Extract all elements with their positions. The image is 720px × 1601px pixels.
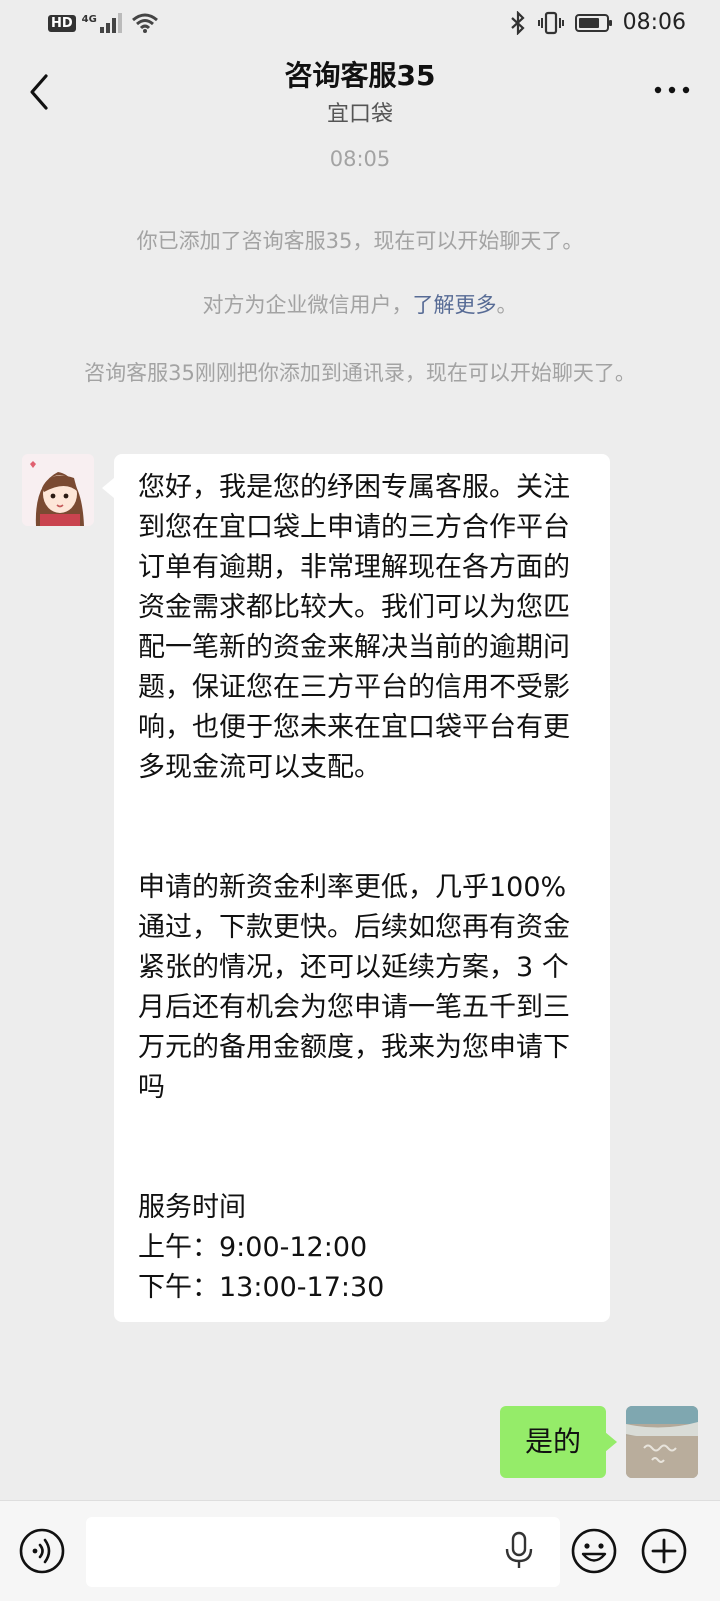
message-input[interactable] (86, 1517, 560, 1587)
voice-mode-icon[interactable] (18, 1527, 66, 1575)
bluetooth-icon (510, 10, 525, 35)
battery-icon (574, 13, 612, 32)
status-left: HD 4G (48, 12, 159, 34)
message-paragraph: 申请的新资金利率更低，几乎100% 通过，下款更快。后续如您再有资金紧张的情况，… (138, 872, 570, 1103)
more-options-icon[interactable] (652, 78, 692, 102)
status-right: 08:06 (509, 10, 686, 35)
system-message-added: 你已添加了咨询客服35，现在可以开始聊天了。 (136, 229, 584, 253)
user-avatar[interactable] (626, 1406, 698, 1478)
microphone-icon[interactable] (504, 1531, 534, 1571)
message-paragraph: 您好，我是您的纾困专属客服。关注到您在宜口袋上申请的三方合作平台订单有逾期，非常… (138, 472, 570, 783)
learn-more-link[interactable]: 了解更多 (413, 293, 497, 317)
service-hours-morning: 上午：9:00-12:00 (138, 1232, 368, 1263)
chat-subtitle: 宜口袋 (326, 102, 393, 127)
system-message-enterprise-end: 。 (496, 293, 518, 317)
chat-header: 咨询客服35 宜口袋 (0, 48, 720, 134)
incoming-message-bubble[interactable]: 您好，我是您的纾困专属客服。关注到您在宜口袋上申请的三方合作平台订单有逾期，非常… (102, 454, 610, 1322)
status-bar: HD 4G 08:06 (0, 0, 720, 48)
vibrate-icon (537, 11, 564, 34)
system-message-enterprise: 对方为企业微信用户，了解更多。 (40, 288, 680, 322)
agent-avatar[interactable] (22, 454, 94, 526)
chat-timestamp: 08:05 (329, 147, 391, 171)
agent-avatar-image (22, 454, 94, 526)
chat-title: 咨询客服35 (284, 59, 436, 92)
user-avatar-image (626, 1406, 698, 1478)
service-hours-title: 服务时间 (138, 1192, 246, 1223)
service-hours-afternoon: 下午：13:00-17:30 (138, 1272, 385, 1303)
outgoing-message-bubble[interactable]: 是的 (500, 1406, 617, 1478)
hd-badge: HD (48, 14, 76, 32)
wifi-icon (131, 13, 158, 33)
system-message-contact-added: 咨询客服35刚刚把你添加到通讯录，现在可以开始聊天了。 (84, 361, 636, 385)
emoji-icon[interactable] (570, 1527, 618, 1575)
clock: 08:06 (622, 10, 686, 35)
input-bar (0, 1500, 720, 1601)
signal-icon (99, 13, 122, 33)
network-type: 4G (81, 13, 97, 25)
system-message-enterprise-text: 对方为企业微信用户， (202, 293, 413, 317)
plus-icon[interactable] (640, 1527, 688, 1575)
